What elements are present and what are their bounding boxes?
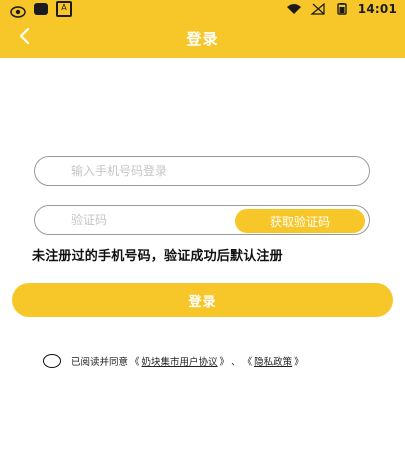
privacy-policy-link[interactable]: 隐私政策 bbox=[254, 354, 292, 368]
chevron-left-icon bbox=[16, 27, 34, 49]
get-code-button[interactable]: 获取验证码 bbox=[235, 209, 365, 233]
a-icon: A bbox=[56, 1, 72, 17]
status-icons-left: A bbox=[0, 1, 72, 18]
agreement-prefix: 已阅读并同意 bbox=[71, 357, 129, 368]
close-quote: 》 bbox=[294, 357, 304, 368]
user-agreement-link[interactable]: 奶块集市用户协议 bbox=[142, 354, 218, 368]
status-bar: A 14:01 bbox=[0, 0, 405, 18]
clock: 14:01 bbox=[357, 2, 397, 16]
page-title: 登录 bbox=[186, 29, 219, 48]
app-header: 登录 bbox=[0, 18, 405, 58]
phone-field[interactable] bbox=[34, 156, 370, 186]
agreement-row: 已阅读并同意 《 奶块集市用户协议 》 、 《 隐私政策 》 bbox=[43, 353, 304, 369]
back-button[interactable] bbox=[12, 25, 38, 51]
battery-icon bbox=[334, 3, 350, 15]
signal-icon bbox=[310, 2, 326, 15]
login-button[interactable]: 登录 bbox=[12, 283, 393, 317]
wifi-icon bbox=[286, 3, 302, 15]
shield-icon bbox=[10, 3, 26, 18]
code-field[interactable]: 获取验证码 bbox=[34, 205, 370, 235]
phone-input[interactable] bbox=[71, 157, 321, 185]
close-quote: 》 bbox=[219, 357, 230, 368]
open-quote: 《 bbox=[242, 357, 253, 368]
open-quote: 《 bbox=[130, 357, 140, 368]
agreement-separator: 、 bbox=[231, 357, 241, 368]
agreement-radio[interactable] bbox=[43, 354, 61, 368]
app-square-icon bbox=[34, 3, 48, 15]
agreement-text: 已阅读并同意 《 奶块集市用户协议 》 、 《 隐私政策 》 bbox=[71, 354, 304, 368]
registration-note: 未注册过的手机号码，验证成功后默认注册 bbox=[32, 249, 283, 264]
status-icons-right: 14:01 bbox=[286, 2, 405, 16]
